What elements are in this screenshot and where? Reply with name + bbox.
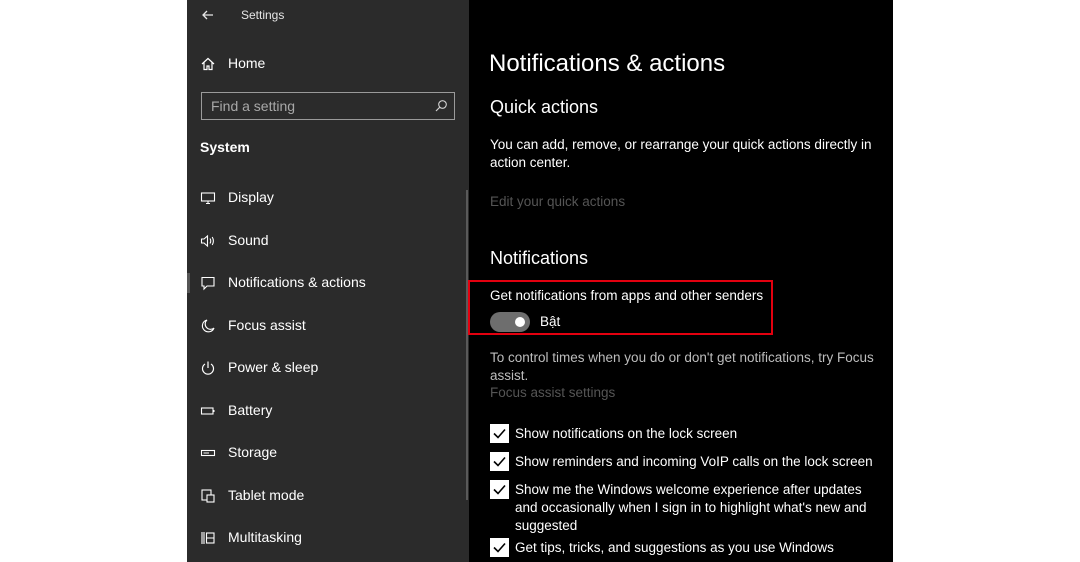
sidebar-item-sound[interactable]: Sound — [187, 221, 469, 261]
sidebar-scrollbar[interactable] — [466, 190, 468, 500]
quick-actions-heading: Quick actions — [490, 97, 599, 117]
sidebar: Settings Home System Display — [187, 0, 469, 562]
sidebar-item-label: Display — [228, 189, 274, 205]
sidebar-item-home[interactable]: Home — [187, 44, 469, 84]
moon-icon — [201, 319, 215, 333]
notifications-heading: Notifications — [490, 248, 589, 268]
sidebar-item-label: Battery — [228, 402, 273, 418]
focus-assist-settings-link[interactable]: Focus assist settings — [490, 385, 615, 400]
sidebar-item-label: Multitasking — [228, 529, 302, 545]
window-title: Settings — [241, 8, 285, 22]
quick-actions-description: You can add, remove, or rearrange your q… — [490, 137, 872, 170]
power-icon — [201, 361, 215, 375]
checkmark-icon — [493, 428, 506, 439]
message-icon — [201, 276, 215, 291]
checkmark-icon — [493, 484, 506, 495]
sidebar-item-power-sleep[interactable]: Power & sleep — [187, 348, 469, 388]
sidebar-item-notifications[interactable]: Notifications & actions — [187, 263, 469, 303]
search-box — [201, 92, 455, 120]
sidebar-item-battery[interactable]: Battery — [187, 391, 469, 431]
sidebar-item-label: Storage — [228, 444, 278, 460]
sidebar-item-label: Power & sleep — [228, 359, 319, 375]
checkbox[interactable] — [490, 538, 509, 557]
checkbox-label: Show reminders and incoming VoIP calls o… — [515, 454, 873, 469]
sidebar-item-focus-assist[interactable]: Focus assist — [187, 306, 469, 346]
sidebar-item-multitasking[interactable]: Multitasking — [187, 518, 469, 558]
sidebar-item-label: Sound — [228, 232, 269, 248]
focus-assist-hint: To control times when you do or don't ge… — [490, 350, 874, 383]
title-bar: Settings — [187, 0, 469, 32]
battery-icon — [200, 407, 215, 415]
speaker-icon — [200, 234, 214, 248]
monitor-icon — [200, 192, 216, 205]
tablet-mode-icon — [201, 489, 215, 503]
sidebar-item-display[interactable]: Display — [187, 178, 469, 218]
sidebar-item-tablet-mode[interactable]: Tablet mode — [187, 476, 469, 516]
group-heading: System — [200, 139, 250, 155]
sidebar-item-label: Notifications & actions — [228, 274, 366, 290]
checkmark-icon — [493, 456, 506, 467]
sidebar-item-storage[interactable]: Storage — [187, 433, 469, 473]
search-input[interactable] — [202, 93, 424, 119]
checkbox-label: Get tips, tricks, and suggestions as you… — [515, 540, 834, 555]
storage-icon — [200, 449, 216, 457]
sidebar-item-label: Focus assist — [228, 317, 306, 333]
checkbox-label: Show notifications on the lock screen — [515, 426, 738, 441]
back-arrow-icon — [202, 10, 213, 20]
highlight-annotation — [468, 280, 773, 335]
checkbox[interactable] — [490, 480, 509, 499]
multitasking-icon — [201, 532, 215, 544]
sidebar-item-label: Home — [228, 55, 266, 71]
checkbox-label: Show me the Windows welcome experience a… — [515, 482, 867, 533]
back-button[interactable] — [197, 4, 219, 26]
active-indicator — [187, 273, 190, 293]
page-title: Notifications & actions — [489, 50, 726, 77]
search-icon[interactable] — [434, 99, 448, 113]
sidebar-item-label: Tablet mode — [228, 487, 305, 503]
home-icon — [201, 57, 215, 71]
settings-window: Settings Home System Display — [187, 0, 893, 562]
checkmark-icon — [493, 542, 506, 553]
checkbox[interactable] — [490, 452, 509, 471]
checkbox[interactable] — [490, 424, 509, 443]
edit-quick-actions-link[interactable]: Edit your quick actions — [490, 194, 625, 209]
